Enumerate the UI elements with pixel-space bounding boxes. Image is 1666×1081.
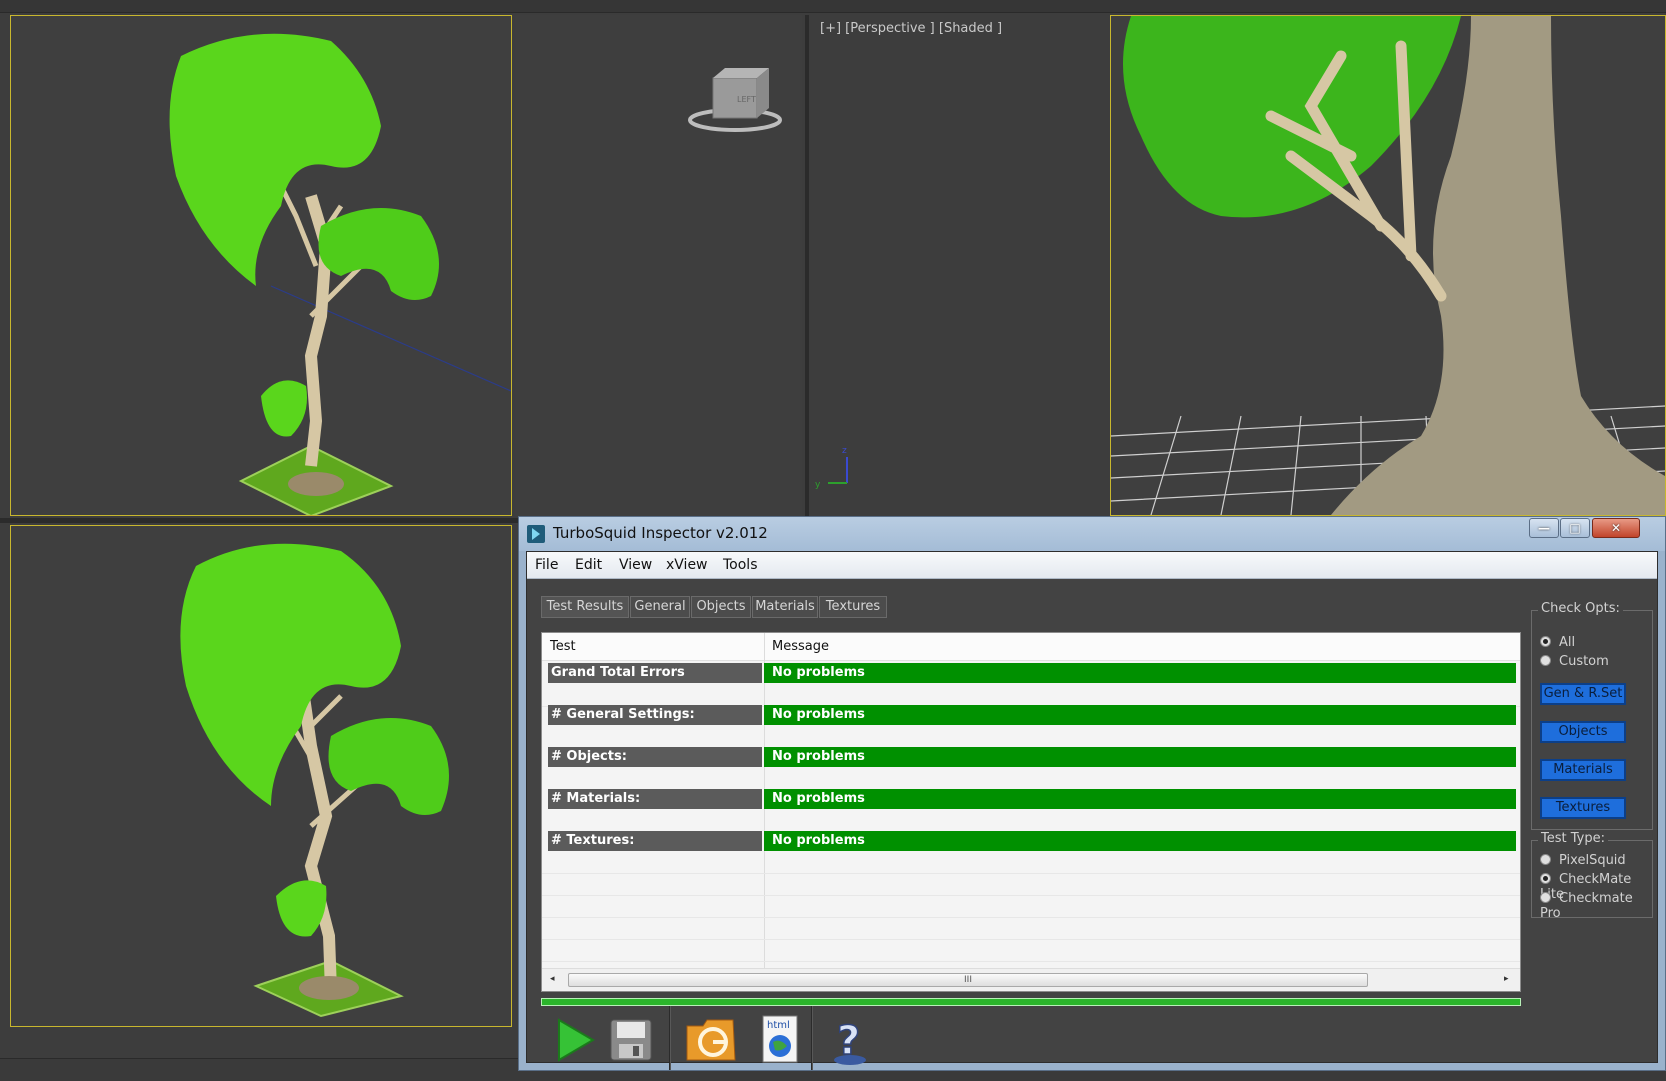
html-label: html — [767, 1020, 790, 1031]
radio-checkmate-pro[interactable]: Checkmate Pro — [1540, 891, 1652, 921]
results-grid[interactable]: Test Message Grand Total Errors No probl… — [541, 632, 1521, 992]
row-divider — [542, 961, 1520, 962]
test-type-group: Test Type: PixelSquid CheckMate Lite Che… — [1531, 831, 1653, 921]
viewcube-label: LEFT — [737, 95, 756, 104]
minimize-button[interactable]: — — [1529, 518, 1559, 538]
menu-tools[interactable]: Tools — [723, 557, 758, 573]
html-export-icon[interactable]: html — [755, 1012, 805, 1068]
viewport-top-left[interactable] — [10, 15, 512, 516]
toolbar-separator — [669, 1006, 670, 1070]
minimize-icon: — — [1538, 521, 1550, 535]
row-test: # Materials: — [548, 789, 762, 809]
textures-button[interactable]: Textures — [1540, 797, 1626, 819]
tree-model-side — [180, 543, 449, 1018]
check-opts-title: Check Opts: — [1538, 601, 1623, 616]
viewport-divider-horizontal[interactable] — [0, 518, 518, 523]
progress-bar — [541, 998, 1521, 1006]
menu-xview[interactable]: xView — [666, 557, 708, 573]
turbosquid-app-icon — [527, 525, 545, 543]
help-glyph: ? — [837, 1018, 860, 1064]
row-test: # General Settings: — [548, 705, 762, 725]
radio-all-indicator — [1540, 636, 1551, 647]
row-message: No problems — [764, 789, 1516, 809]
radio-checkmate-pro-indicator — [1540, 892, 1551, 903]
tab-objects[interactable]: Objects — [691, 596, 751, 618]
tab-textures[interactable]: Textures — [819, 596, 887, 618]
row-divider — [542, 873, 1520, 874]
horizontal-scrollbar[interactable]: ◂ III ▸ — [542, 968, 1520, 991]
window-title: TurboSquid Inspector v2.012 — [553, 524, 768, 542]
tab-general[interactable]: General — [630, 596, 690, 618]
svg-text:z: z — [842, 446, 847, 456]
viewport-perspective[interactable]: [+] [Perspective ] [Shaded ] z y — [810, 15, 1666, 516]
grid-header: Test Message — [542, 633, 1520, 661]
title-bar[interactable]: TurboSquid Inspector v2.012 — □ ✕ — [519, 517, 1665, 551]
row-test: # Textures: — [548, 831, 762, 851]
objects-button[interactable]: Objects — [1540, 721, 1626, 743]
radio-all[interactable]: All — [1540, 635, 1575, 650]
bottom-toolbar: html ? — [541, 1006, 1661, 1070]
top-strip — [0, 0, 1666, 13]
row-message: No problems — [764, 747, 1516, 767]
test-type-title: Test Type: — [1538, 831, 1608, 846]
menu-view[interactable]: View — [619, 557, 652, 573]
menu-edit[interactable]: Edit — [575, 557, 602, 573]
row-test: # Objects: — [548, 747, 762, 767]
inspector-body: File Edit View xView Tools Test Results … — [526, 551, 1658, 1070]
scroll-left-icon[interactable]: ◂ — [550, 974, 555, 984]
radio-custom[interactable]: Custom — [1540, 654, 1609, 669]
maximize-icon: □ — [1569, 521, 1581, 535]
viewport-label[interactable]: [+] [Perspective ] [Shaded ] — [820, 21, 1002, 36]
radio-pixelsquid[interactable]: PixelSquid — [1540, 853, 1626, 868]
row-divider — [542, 939, 1520, 940]
tree-model-front — [169, 33, 511, 515]
scroll-thumb[interactable]: III — [568, 973, 1368, 987]
materials-button[interactable]: Materials — [1540, 759, 1626, 781]
viewcube-icon[interactable]: LEFT — [685, 60, 785, 135]
scroll-right-icon[interactable]: ▸ — [1504, 974, 1509, 984]
row-message: No problems — [764, 663, 1516, 683]
tree-model-closeup — [1111, 16, 1665, 515]
inspector-window: TurboSquid Inspector v2.012 — □ ✕ File E… — [518, 516, 1666, 1071]
help-icon[interactable]: ? — [825, 1012, 875, 1068]
play-icon[interactable] — [549, 1012, 599, 1068]
row-message: No problems — [764, 831, 1516, 851]
row-divider — [542, 917, 1520, 918]
column-header-message[interactable]: Message — [772, 639, 829, 654]
radio-checkmate-lite-indicator — [1540, 873, 1551, 884]
radio-pixelsquid-indicator — [1540, 854, 1551, 865]
radio-custom-indicator — [1540, 655, 1551, 666]
axis-gizmo-icon: z y — [815, 446, 848, 490]
svg-text:y: y — [815, 480, 821, 490]
close-button[interactable]: ✕ — [1592, 518, 1640, 538]
folder-icon[interactable] — [683, 1012, 739, 1068]
row-divider — [542, 895, 1520, 896]
save-icon[interactable] — [605, 1012, 655, 1068]
row-test: Grand Total Errors — [548, 663, 762, 683]
menu-file[interactable]: File — [535, 557, 558, 573]
gen-rset-button[interactable]: Gen & R.Set — [1540, 683, 1626, 705]
toolbar-separator — [811, 1006, 812, 1070]
viewport-bottom-left[interactable] — [10, 525, 512, 1027]
menu-bar: File Edit View xView Tools — [527, 552, 1657, 579]
maximize-button[interactable]: □ — [1560, 518, 1590, 538]
close-icon: ✕ — [1610, 521, 1622, 535]
viewport-closeup[interactable] — [1110, 15, 1666, 516]
viewport-top-middle[interactable]: LEFT — [515, 15, 802, 516]
column-header-test[interactable]: Test — [550, 639, 576, 654]
row-message: No problems — [764, 705, 1516, 725]
tab-materials[interactable]: Materials — [752, 596, 818, 618]
check-opts-group: Check Opts: All Custom Gen & R.Set Objec… — [1531, 601, 1653, 830]
tab-test-results[interactable]: Test Results — [541, 596, 629, 618]
